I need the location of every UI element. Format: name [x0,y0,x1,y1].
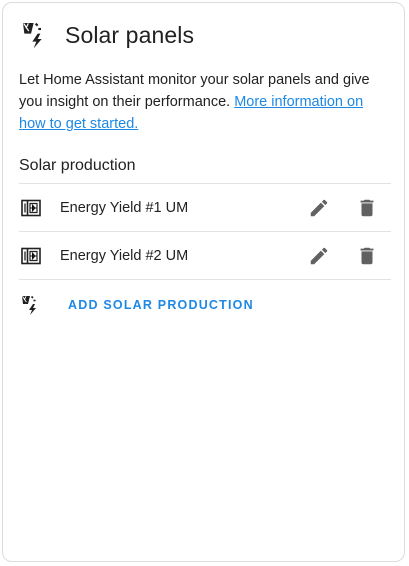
list-item: Energy Yield #1 UM [19,184,391,231]
list-item: Energy Yield #2 UM [19,232,391,279]
solar-panel-icon [21,199,41,216]
delete-button[interactable] [355,196,379,220]
trash-icon [360,247,374,264]
card-title: Solar panels [65,21,195,48]
solar-power-icon [22,295,36,315]
item-label: Energy Yield #2 UM [60,247,189,264]
edit-button[interactable] [307,196,331,220]
trash-icon [360,199,374,216]
divider [19,279,391,280]
add-solar-production-button[interactable]: ADD SOLAR PRODUCTION [68,298,254,312]
delete-button[interactable] [355,244,379,268]
card-header: Solar panels [19,17,194,53]
solar-panels-card: Solar panels Let Home Assistant monitor … [2,2,405,562]
pencil-icon [310,199,328,216]
item-label: Energy Yield #1 UM [60,199,189,216]
pencil-icon [310,247,328,264]
solar-panel-icon [21,247,41,264]
edit-button[interactable] [307,244,331,268]
add-solar-production-row: ADD SOLAR PRODUCTION [19,290,254,320]
section-title: Solar production [19,157,136,174]
card-description: Let Home Assistant monitor your solar pa… [19,69,391,135]
solar-power-icon [23,22,42,49]
